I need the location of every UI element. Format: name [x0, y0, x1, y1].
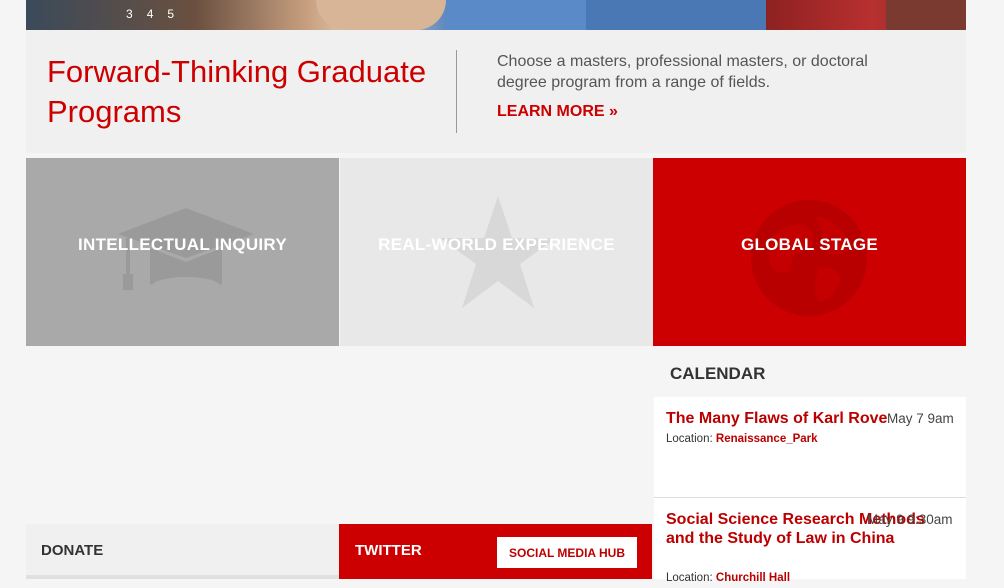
- event-location-label: Location:: [666, 433, 713, 445]
- event-date: May 9 9:30am: [867, 512, 953, 527]
- event-location-link[interactable]: Renaissance_Park: [716, 433, 818, 445]
- calendar-heading: CALENDAR: [670, 364, 766, 383]
- banner-title: Forward-Thinking Graduate Programs: [47, 54, 427, 129]
- graduation-cap-icon: [118, 208, 254, 295]
- tile-real-world-experience[interactable]: REAL-WORLD EXPERIENCE: [340, 158, 653, 346]
- tile-label: GLOBAL STAGE: [740, 235, 879, 254]
- tile-intellectual-inquiry[interactable]: INTELLECTUAL INQUIRY: [26, 158, 339, 346]
- hero-bookshelf: [886, 0, 966, 30]
- calendar-header: CALENDAR: [654, 351, 966, 397]
- globe-icon: [751, 200, 867, 316]
- slider-dot-4[interactable]: 4: [147, 7, 154, 21]
- tile-label: INTELLECTUAL INQUIRY: [77, 235, 288, 254]
- banner-description: Choose a masters, professional masters, …: [497, 53, 868, 91]
- tile-global-stage[interactable]: GLOBAL STAGE: [653, 158, 966, 346]
- event-location-link[interactable]: Churchill Hall: [716, 572, 790, 584]
- tile-label: REAL-WORLD EXPERIENCE: [378, 235, 615, 254]
- banner-divider: [456, 50, 457, 133]
- twitter-heading: TWITTER: [355, 542, 422, 559]
- learn-more-link[interactable]: LEARN MORE »: [497, 103, 618, 121]
- event-location: Location: Churchill Hall: [666, 572, 790, 584]
- donate-heading[interactable]: DONATE: [41, 542, 103, 559]
- event-title[interactable]: The Many Flaws of Karl Rove: [666, 409, 896, 428]
- event-location-label: Location:: [666, 572, 713, 584]
- hero-person-shirt: [446, 0, 586, 30]
- donate-divider: [26, 575, 339, 579]
- hero-person-shirt-2: [586, 0, 766, 30]
- slider-dot-5[interactable]: 5: [167, 7, 174, 21]
- hero-person-face: [316, 0, 446, 30]
- calendar-event: The Many Flaws of Karl Rove May 7 9am Lo…: [654, 401, 966, 498]
- event-location: Location: Renaissance_Park: [666, 433, 818, 445]
- slider-pagination: 3 4 5: [126, 7, 174, 21]
- hero-image: 3 4 5: [26, 0, 966, 30]
- slider-dot-3[interactable]: 3: [126, 7, 133, 21]
- calendar-event: Social Science Research Methods and the …: [654, 498, 966, 588]
- promo-banner: Forward-Thinking Graduate Programs Choos…: [26, 30, 966, 153]
- event-date: May 7 9am: [887, 411, 954, 426]
- calendar-panel: CALENDAR The Many Flaws of Karl Rove May…: [654, 351, 966, 584]
- twitter-panel: TWITTER SOCIAL MEDIA HUB: [339, 524, 652, 579]
- social-media-hub-button[interactable]: SOCIAL MEDIA HUB: [497, 537, 637, 568]
- donate-panel: DONATE: [26, 524, 339, 579]
